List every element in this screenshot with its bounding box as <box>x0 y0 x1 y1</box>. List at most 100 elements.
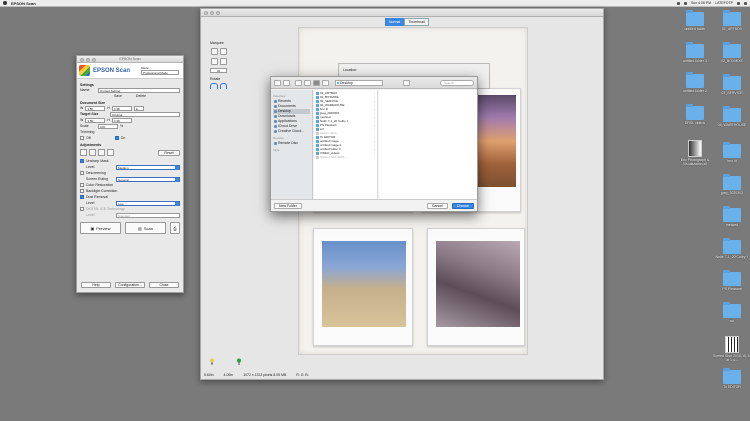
target-height-input[interactable]: 4.38 <box>111 117 132 123</box>
cancel-button[interactable]: Cancel <box>427 202 448 209</box>
rotate-buttons <box>210 83 227 89</box>
sidebar-item-remote-disc[interactable]: Remote Disc <box>273 141 310 146</box>
screen-ruling-select[interactable]: General <box>116 176 180 182</box>
desktop-icon-item[interactable]: scl <box>712 302 750 323</box>
image-adjust-icon[interactable] <box>98 149 105 156</box>
location-popup[interactable]: Desktop <box>335 79 383 86</box>
desktop-icon-label: PS Pleasant <box>722 287 742 291</box>
unit-select[interactable]: in. <box>133 105 144 111</box>
auto-locate-icon[interactable] <box>220 58 227 65</box>
epson-scan-window: EPSON Scan EPSON Scan Mode: Professional… <box>76 55 184 293</box>
desktop-icon-item[interactable]: Eric Photograph & Visualization.xlf <box>675 140 715 166</box>
preview-titlebar[interactable] <box>201 9 603 17</box>
preview-button[interactable]: ▣ Preview <box>80 222 121 234</box>
desktop-icon-item[interactable]: bno lit <box>712 142 750 163</box>
desktop-icon-item[interactable]: Neiltr 7-1_20 Colby 1 <box>712 238 750 259</box>
delete-marquee-icon[interactable] <box>220 48 227 55</box>
desktop-icon-item[interactable]: untitled folder 2 <box>675 72 715 93</box>
configuration-button[interactable]: Configuration... <box>115 282 145 288</box>
color-restoration-checkbox[interactable] <box>80 183 84 187</box>
unsharp-level-select[interactable]: Medium <box>116 164 180 170</box>
app-menu[interactable]: EPSON Scan <box>11 1 36 6</box>
epson-titlebar[interactable]: EPSON Scan <box>77 56 183 63</box>
zoom-window-button[interactable] <box>216 11 220 15</box>
icon-view-button[interactable] <box>295 79 302 86</box>
desktop-icon-item[interactable]: DRSL videos <box>675 104 715 125</box>
user-name[interactable]: LATEFOTP <box>715 1 733 5</box>
doc-width-input[interactable]: 3.55 <box>85 105 106 111</box>
photo-bottom-left[interactable] <box>313 228 413 346</box>
close-button[interactable]: Close <box>149 282 179 288</box>
desktop-icon-item[interactable]: 03_SERVICE <box>712 74 750 95</box>
forward-button[interactable] <box>283 79 290 86</box>
desktop-icon-item[interactable]: untitled folder 3 <box>675 42 715 63</box>
photo-image <box>322 241 406 327</box>
histogram-icon[interactable] <box>80 149 87 156</box>
gallery-view-button[interactable] <box>322 79 329 86</box>
save-button[interactable]: Save <box>114 94 122 98</box>
desktop-icon-item[interactable]: mecked <box>712 206 750 227</box>
delete-button[interactable]: Delete <box>136 94 146 98</box>
scan-button[interactable]: ▤ Scan <box>125 222 166 234</box>
list-item[interactable]: Screen Shot 2018-... <box>316 155 375 159</box>
rotate-right-icon[interactable] <box>219 83 227 89</box>
preview-button-label: Preview <box>96 225 111 231</box>
column-view-button[interactable] <box>313 79 320 86</box>
color-palette-icon[interactable] <box>107 149 114 156</box>
desktop-icon-item[interactable]: Screen Shot 2018-10-14 at 1.4... <box>712 336 750 362</box>
unsharp-checkbox[interactable] <box>80 159 84 163</box>
pin-icon[interactable] <box>236 358 242 365</box>
trimming-off-radio[interactable] <box>80 136 84 140</box>
minimize-window-button[interactable] <box>210 11 214 15</box>
settings-name-select[interactable]: Current Setting <box>98 87 180 93</box>
notification-icon[interactable] <box>744 1 747 5</box>
list-view-button[interactable] <box>304 79 311 86</box>
help-button[interactable]: Help <box>81 282 111 288</box>
dust-removal-checkbox[interactable] <box>80 195 84 199</box>
search-icon[interactable] <box>737 1 740 5</box>
lightbulb-icon[interactable] <box>209 358 215 365</box>
wifi-icon[interactable] <box>676 1 680 5</box>
close-window-button[interactable] <box>204 11 208 15</box>
zoom-field[interactable]: 30 <box>210 68 227 73</box>
search-field[interactable]: Search <box>440 79 474 86</box>
choose-button[interactable]: Choose <box>451 202 474 209</box>
mode-select[interactable]: Professional Mode <box>141 70 179 75</box>
marquee-tool-icon[interactable] <box>211 48 218 55</box>
clock[interactable]: Sun 4:06 PM <box>691 1 711 5</box>
desktop-icon-item[interactable]: 02_BOXMIXE <box>712 42 750 63</box>
scale-input[interactable]: 100 <box>98 123 118 129</box>
dust-level-select[interactable]: Low <box>116 200 180 206</box>
reset-button[interactable]: Reset <box>158 149 180 156</box>
color-picker-icon[interactable] <box>211 58 218 65</box>
digital-ice-checkbox[interactable] <box>80 207 84 211</box>
scan-options-button[interactable]: ⎙ <box>170 222 180 234</box>
apple-menu-icon[interactable] <box>3 1 7 5</box>
desktop-icon-item[interactable]: 04_WAREHOUSE <box>712 106 750 127</box>
ice-level-select[interactable]: Standard <box>116 212 180 218</box>
desktop-icon-item[interactable]: PS Pleasant <box>712 270 750 291</box>
desktop-icon-item[interactable]: To EDITOR <box>712 368 750 389</box>
tab-normal[interactable]: Normal <box>385 18 405 26</box>
target-height-label: H <box>107 118 110 122</box>
rotate-left-icon[interactable] <box>210 83 218 89</box>
epson-header: EPSON Scan Mode: Professional Mode <box>77 63 183 79</box>
epson-body: Settings Name: Current Setting Save Dele… <box>77 79 183 238</box>
photo-bottom-right[interactable] <box>427 228 525 346</box>
expand-button[interactable] <box>403 79 410 86</box>
doc-height-input[interactable]: 4.38 <box>111 105 132 111</box>
tab-thumbnail[interactable]: Thumbnail <box>404 18 429 26</box>
target-size-select[interactable]: Original <box>110 111 180 117</box>
desktop-icon-item[interactable]: jpeg_2020303 <box>712 174 750 195</box>
battery-icon[interactable] <box>683 1 687 5</box>
new-folder-button[interactable]: New Folder <box>274 202 302 209</box>
tone-curve-icon[interactable] <box>89 149 96 156</box>
sidebar-item-creative-cloud[interactable]: Creative Cloud... <box>273 129 310 134</box>
trimming-on-radio[interactable] <box>114 136 119 140</box>
descreening-checkbox[interactable] <box>80 171 84 175</box>
back-button[interactable] <box>274 79 281 86</box>
backlight-checkbox[interactable] <box>80 189 84 193</box>
desktop-icon-item[interactable]: 01_ARTBOX <box>712 10 750 31</box>
desktop-icon-item[interactable]: untitled folder <box>675 10 715 31</box>
target-width-input[interactable]: 3.55 <box>85 117 106 123</box>
